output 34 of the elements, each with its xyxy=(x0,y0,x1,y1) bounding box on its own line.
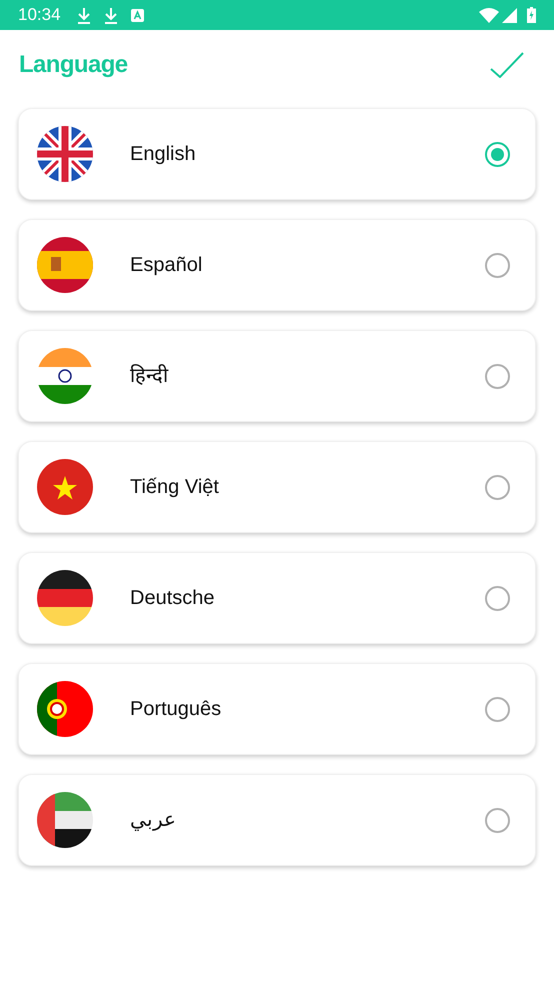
flag-icon xyxy=(37,792,93,848)
flag-icon xyxy=(37,348,93,404)
language-name: Tiếng Việt xyxy=(130,475,220,500)
signal-icon xyxy=(502,8,517,22)
radio-button[interactable] xyxy=(485,252,510,278)
language-name: Deutsche xyxy=(130,586,216,611)
status-time: 10:34 xyxy=(18,4,61,26)
radio-button[interactable] xyxy=(485,474,510,500)
language-option[interactable]: Português xyxy=(18,663,536,755)
language-option[interactable]: Tiếng Việt xyxy=(18,441,536,533)
language-option[interactable]: Español xyxy=(18,219,536,311)
download-icon xyxy=(104,6,118,24)
flag-icon xyxy=(37,459,93,515)
radio-button[interactable] xyxy=(485,364,510,388)
language-name: Português xyxy=(130,697,222,722)
keyboard-icon xyxy=(130,8,144,22)
language-name: Español xyxy=(130,253,204,278)
language-name: English xyxy=(130,142,197,167)
language-option[interactable]: हिन्दी xyxy=(18,330,536,422)
wifi-icon xyxy=(479,8,499,22)
radio-button[interactable] xyxy=(485,586,510,610)
radio-button[interactable] xyxy=(485,696,510,722)
radio-button[interactable] xyxy=(485,142,510,166)
language-option[interactable]: عربي xyxy=(18,774,536,866)
language-name: हिन्दी xyxy=(130,363,170,389)
language-name: عربي xyxy=(130,808,177,833)
page-title: Language xyxy=(19,50,128,80)
download-icon xyxy=(76,6,91,24)
language-option[interactable]: English xyxy=(18,108,536,200)
radio-button[interactable] xyxy=(485,808,510,832)
language-option[interactable]: Deutsche xyxy=(18,552,536,644)
battery-icon xyxy=(527,7,536,23)
confirm-check-icon[interactable] xyxy=(490,52,524,78)
flag-icon xyxy=(37,570,93,626)
